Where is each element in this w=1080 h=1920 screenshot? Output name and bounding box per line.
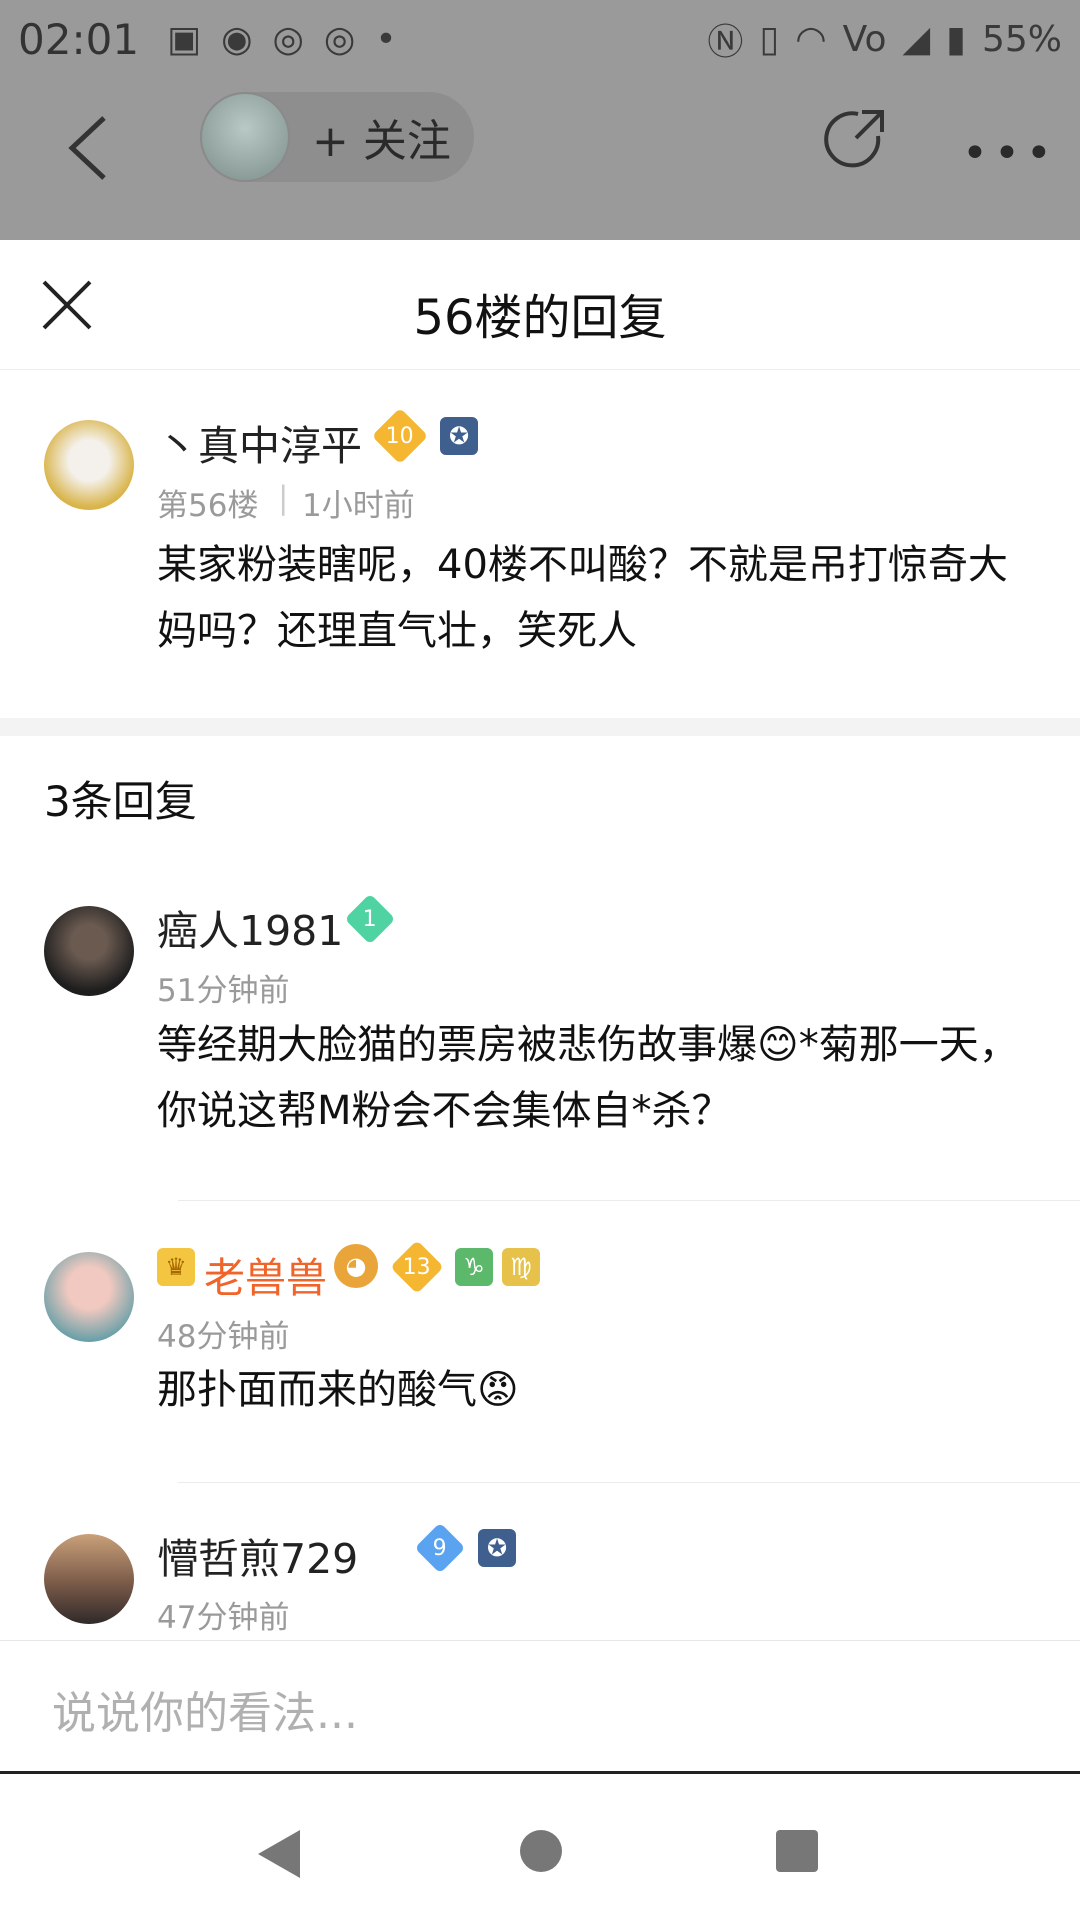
- vibrate-icon: ▯: [759, 18, 780, 60]
- level-badge-icon: 9: [414, 1522, 466, 1574]
- status-time: 02:01: [18, 14, 140, 64]
- comment-author[interactable]: 丶真中淳平: [157, 412, 362, 472]
- sheet-header: 56楼的回复: [0, 240, 1080, 370]
- reply-time: 51分钟前: [157, 973, 290, 1009]
- divider: [0, 718, 1080, 736]
- crown-icon: ♛: [157, 1248, 195, 1286]
- avatar[interactable]: [44, 420, 134, 510]
- level-badge-icon: 13: [390, 1240, 444, 1294]
- divider: [178, 1482, 1080, 1483]
- medal-icon: ✪: [478, 1529, 516, 1567]
- nav-recents-icon[interactable]: [774, 1828, 820, 1874]
- capricorn-icon: ♑: [455, 1248, 493, 1286]
- weibo-icon: ◎: [323, 18, 356, 60]
- weibo-icon: ◎: [272, 18, 304, 60]
- dog-emoji-icon: ◕: [334, 1244, 378, 1288]
- level-badge-icon: 10: [371, 407, 429, 465]
- level-badge-icon: 1: [344, 893, 396, 945]
- gallery-icon: ▣: [167, 18, 202, 60]
- nav-back-icon[interactable]: [256, 1828, 302, 1880]
- nfc-icon: Ⓝ: [707, 22, 744, 63]
- comment-floor: 第56楼: [157, 488, 259, 524]
- follow-label: + 关注: [312, 116, 451, 167]
- reply-time: 47分钟前: [157, 1600, 290, 1636]
- reply-text: 那扑面而来的酸气😡: [157, 1367, 519, 1413]
- page-header: + 关注 •••: [0, 78, 1080, 240]
- avatar[interactable]: [44, 1252, 134, 1342]
- comment-input-bar[interactable]: 说说你的看法...: [0, 1640, 1080, 1774]
- reply-author[interactable]: 老兽兽: [204, 1244, 327, 1304]
- comment-time: 1小时前: [302, 488, 415, 524]
- reply-author[interactable]: 癌人1981: [157, 897, 343, 957]
- nav-home-icon[interactable]: [518, 1828, 564, 1874]
- message-icon: ◉: [221, 18, 253, 60]
- virgo-icon: ♍: [502, 1248, 540, 1286]
- system-nav-bar: [0, 1774, 1080, 1920]
- battery-percent: 55%: [981, 18, 1062, 60]
- avatar[interactable]: [44, 906, 134, 996]
- follow-button[interactable]: + 关注: [200, 92, 474, 182]
- volte-icon: Vo: [842, 18, 887, 60]
- sheet-title: 56楼的回复: [413, 290, 667, 346]
- medal-icon: ✪: [440, 417, 478, 455]
- avatar: [200, 92, 290, 182]
- battery-icon: ▮: [946, 18, 966, 60]
- reply-count: 3条回复: [44, 777, 197, 826]
- reply-time: 48分钟前: [157, 1319, 290, 1355]
- comment-input[interactable]: 说说你的看法...: [52, 1677, 358, 1741]
- share-icon[interactable]: [822, 106, 888, 172]
- dot-icon: •: [375, 18, 397, 60]
- reply-author[interactable]: 懵哲煎729: [157, 1525, 358, 1585]
- reply-text: 等经期大脸猫的票房被悲伤故事爆😊*菊那一天，你说这帮M粉会不会集体自*杀？: [157, 1022, 1019, 1134]
- wifi-icon: ◠: [795, 18, 827, 60]
- signal-icon: ◢: [902, 18, 931, 60]
- back-arrow-icon[interactable]: [62, 108, 122, 188]
- status-bar: 02:01 ▣ ◉ ◎ ◎ • Ⓝ ▯ ◠ Vo ◢ ▮ 55%: [0, 0, 1080, 78]
- more-icon[interactable]: •••: [962, 128, 1058, 179]
- divider: |: [278, 480, 289, 516]
- comment-text: 某家粉装瞎呢，40楼不叫酸？不就是吊打惊奇大妈吗？还理直气壮，笑死人: [157, 542, 1008, 654]
- divider: [178, 1200, 1080, 1201]
- avatar[interactable]: [44, 1534, 134, 1624]
